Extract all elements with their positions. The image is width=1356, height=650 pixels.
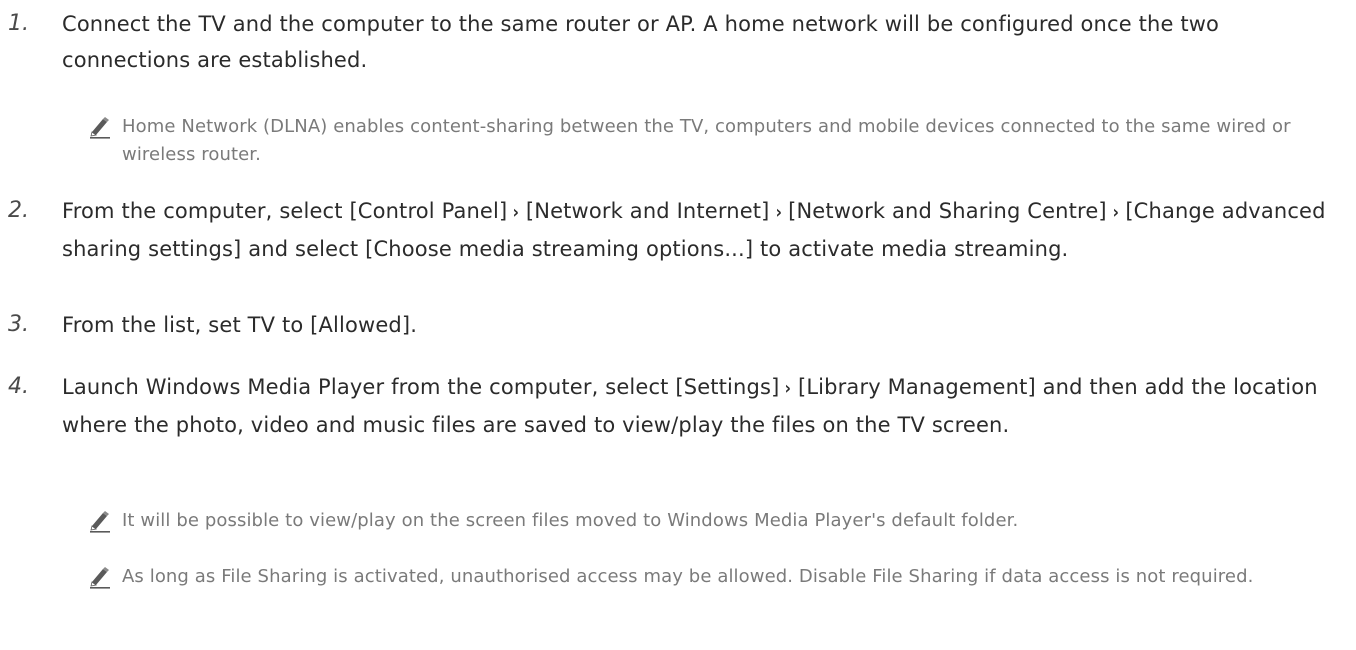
step-text: Launch Windows Media Player from the com…	[62, 369, 1340, 443]
step-number: 3.	[8, 312, 29, 337]
note-text: As long as File Sharing is activated, un…	[122, 566, 1254, 587]
step-number: 1.	[8, 11, 29, 36]
pencil-note-icon	[88, 509, 114, 533]
pencil-note-icon	[88, 565, 114, 589]
step-text-part: From the computer, select [Control Panel…	[62, 199, 508, 223]
instruction-document: 1. Connect the TV and the computer to th…	[0, 0, 1356, 650]
chevron-right-icon: ›	[1112, 202, 1119, 223]
step-text-part: Launch Windows Media Player from the com…	[62, 375, 780, 399]
step-number: 2.	[8, 198, 29, 223]
chevron-right-icon: ›	[512, 202, 520, 223]
step-text-part: [Network and Sharing Centre]	[788, 199, 1107, 223]
chevron-right-icon: ›	[775, 202, 782, 223]
step-text: Connect the TV and the computer to the s…	[62, 12, 1220, 72]
step-text: From the list, set TV to [Allowed].	[62, 313, 418, 337]
step-text-part: [Network and Internet]	[525, 199, 770, 223]
step-number: 4.	[8, 374, 29, 399]
pencil-note-icon	[88, 115, 114, 139]
note-text: It will be possible to view/play on the …	[122, 510, 1019, 531]
chevron-right-icon: ›	[784, 378, 792, 399]
step-text: From the computer, select [Control Panel…	[62, 193, 1340, 267]
note-text: Home Network (DLNA) enables content-shar…	[122, 116, 1291, 165]
